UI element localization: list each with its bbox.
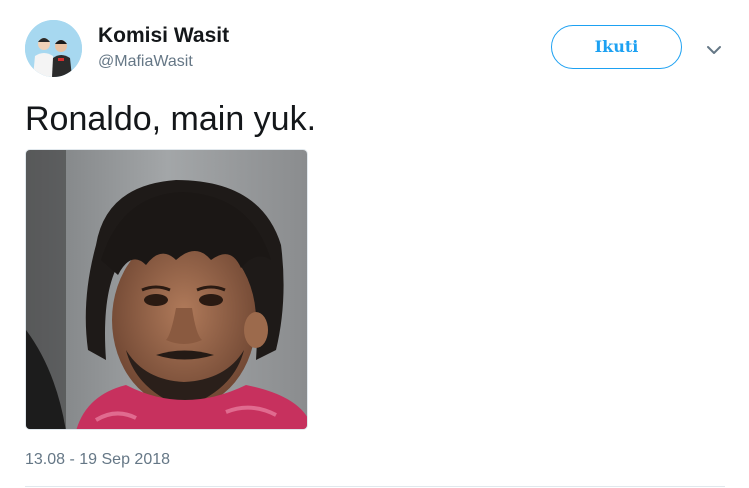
tweet-card: Komisi Wasit @MafiaWasit Ikuti Ronaldo, … bbox=[0, 0, 749, 488]
tweet-photo[interactable] bbox=[25, 149, 308, 430]
display-name[interactable]: Komisi Wasit bbox=[98, 23, 229, 49]
tweet-timestamp[interactable]: 13.08 - 19 Sep 2018 bbox=[25, 450, 170, 470]
chevron-down-icon[interactable] bbox=[703, 40, 725, 60]
user-handle[interactable]: @MafiaWasit bbox=[98, 52, 193, 72]
photo-image bbox=[26, 150, 307, 429]
tweet-text: Ronaldo, main yuk. bbox=[25, 100, 317, 138]
avatar-referee-icon bbox=[25, 20, 82, 77]
divider bbox=[25, 486, 725, 487]
avatar[interactable] bbox=[25, 20, 82, 77]
follow-button[interactable]: Ikuti bbox=[551, 25, 682, 69]
